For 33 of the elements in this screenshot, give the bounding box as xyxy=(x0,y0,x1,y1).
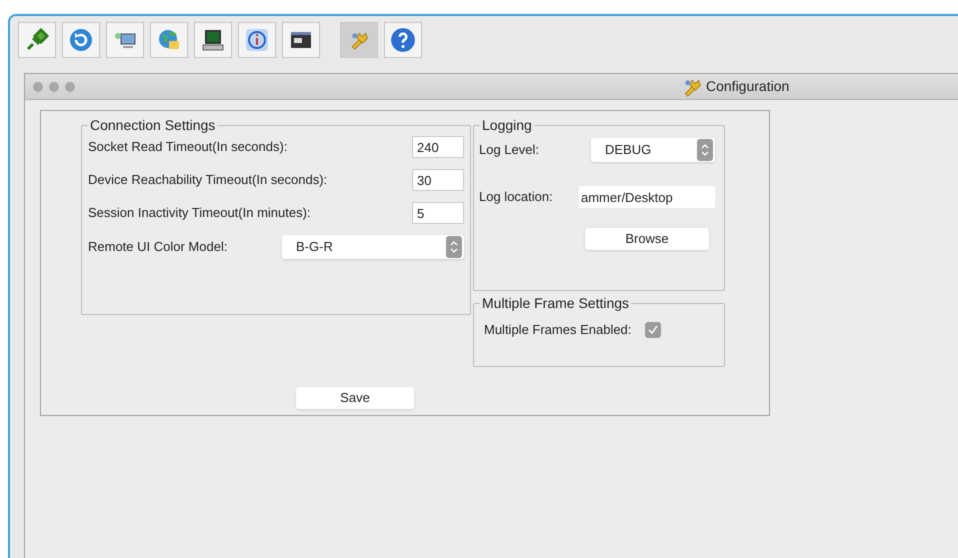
toolbar-button[interactable] xyxy=(384,22,422,58)
browse-button[interactable]: Browse xyxy=(585,228,709,250)
computer-icon xyxy=(201,28,225,52)
stepper-icon xyxy=(697,139,713,161)
stepper-icon xyxy=(446,236,462,258)
field-label: Socket Read Timeout(In seconds): xyxy=(88,138,288,156)
toolbar-button[interactable] xyxy=(238,22,276,58)
field-label: Log location: xyxy=(479,188,553,206)
field-label: Device Reachability Timeout(In seconds): xyxy=(88,171,328,190)
toolbar-button[interactable] xyxy=(194,22,232,58)
field-label: Session Inactivity Timeout(In minutes): xyxy=(88,204,311,222)
plug-icon xyxy=(25,28,49,52)
number-input[interactable]: 5 xyxy=(412,202,464,224)
number-input[interactable]: 30 xyxy=(412,169,464,191)
field-label: Multiple Frames Enabled: xyxy=(484,321,632,339)
window-title: Configuration xyxy=(706,77,790,96)
number-input[interactable]: 240 xyxy=(412,136,464,158)
checkmark-icon xyxy=(648,324,658,335)
toolbar-button[interactable] xyxy=(106,22,144,58)
wrench-icon xyxy=(349,30,369,50)
globe-icon xyxy=(157,28,181,52)
checkbox[interactable] xyxy=(645,322,662,338)
info-icon xyxy=(245,28,269,52)
color-model-dropdown[interactable]: B-G-R xyxy=(282,235,464,259)
refresh-icon xyxy=(69,28,93,52)
toolbar-button[interactable] xyxy=(282,22,320,58)
save-button[interactable]: Save xyxy=(296,387,414,409)
log-level-dropdown[interactable]: DEBUG xyxy=(591,138,715,162)
field-label: Log Level: xyxy=(479,141,539,160)
wrench-icon xyxy=(682,76,702,96)
log-location-input[interactable]: ammer/Desktop xyxy=(579,186,715,208)
field-label: Remote UI Color Model: xyxy=(88,238,228,256)
help-icon xyxy=(390,27,416,53)
